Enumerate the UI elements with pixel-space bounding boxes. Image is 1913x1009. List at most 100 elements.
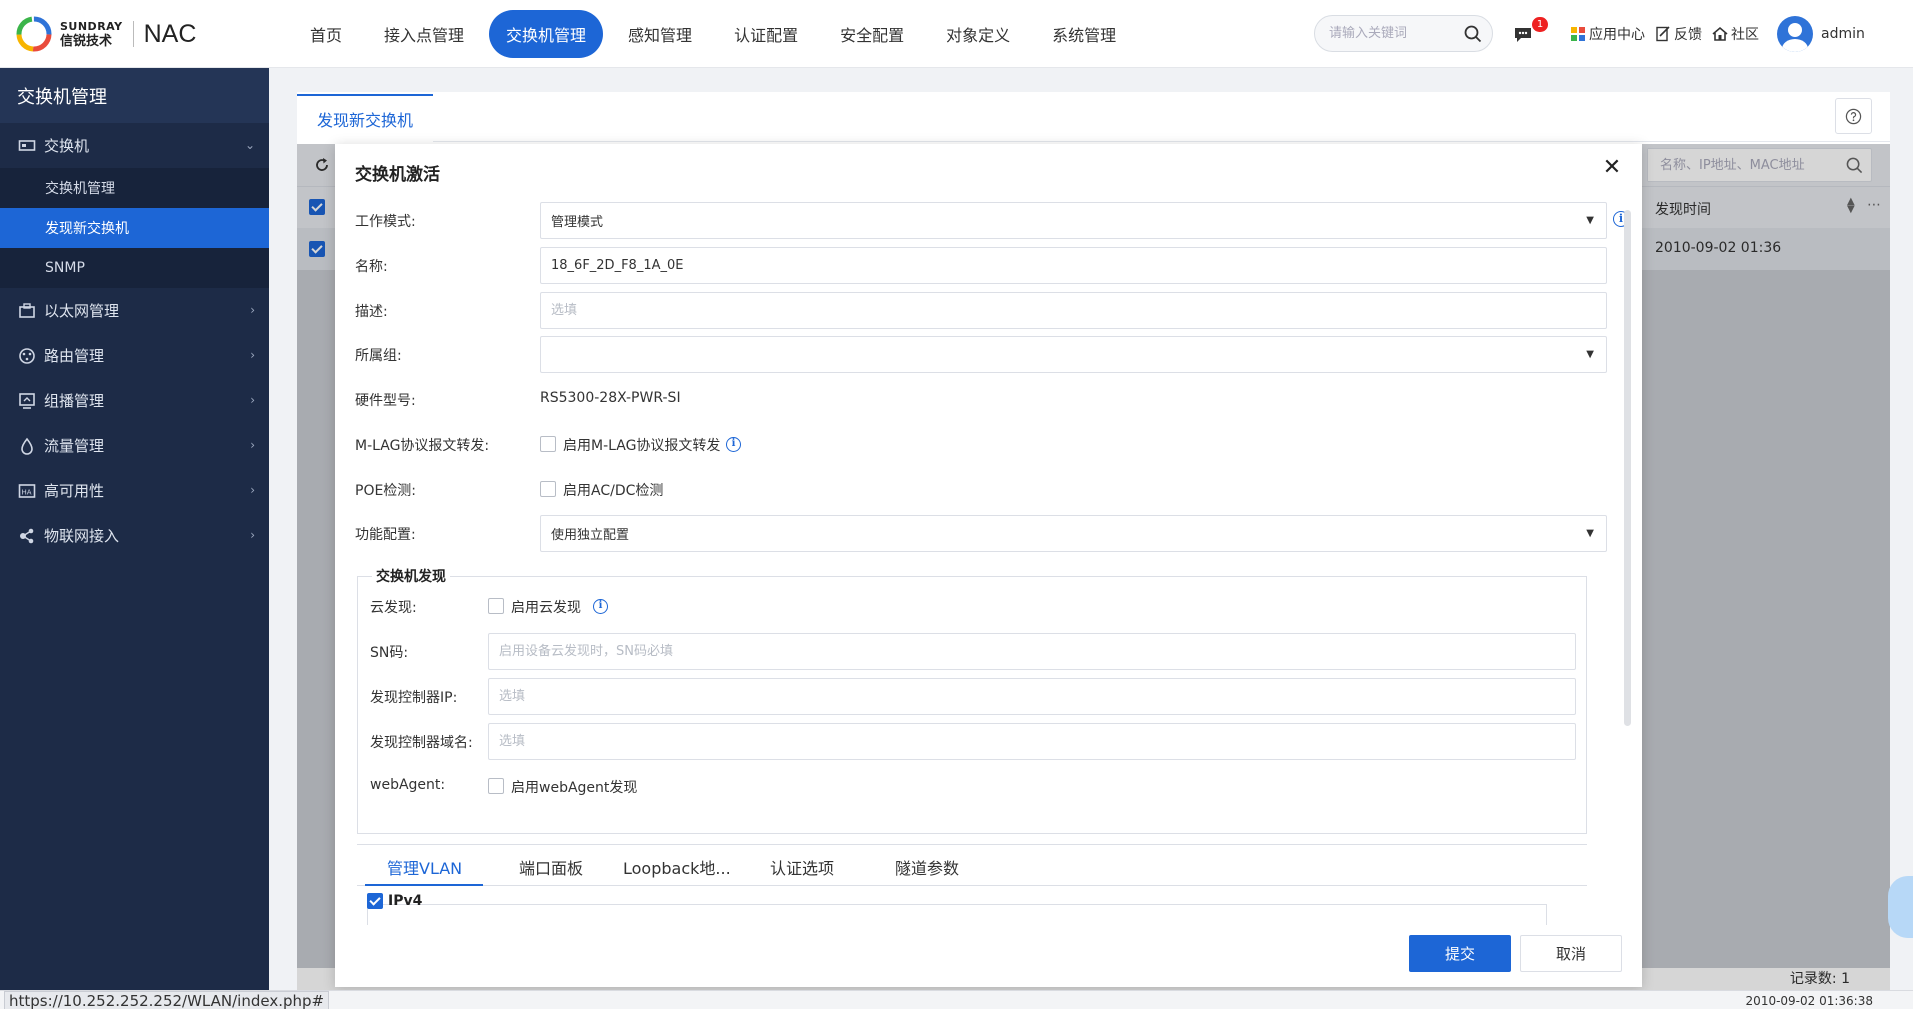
description-field-box — [540, 292, 1607, 329]
app-center-link[interactable]: 应用中心 — [1570, 24, 1645, 44]
nav-security-config[interactable]: 安全配置 — [823, 10, 921, 58]
cloud-discovery-checkbox[interactable] — [488, 598, 504, 614]
sidebar-item-iot-access[interactable]: 物联网接入 › — [0, 513, 269, 558]
tab-bar: 发现新交换机 — [297, 92, 1890, 142]
info-icon[interactable]: i — [593, 599, 608, 614]
work-mode-select[interactable]: 管理模式 ▼ — [540, 202, 1607, 239]
app-center-label: 应用中心 — [1589, 27, 1645, 43]
ipv4-label: IPv4 — [388, 893, 423, 909]
sidebar-item-traffic[interactable]: 流量管理 › — [0, 423, 269, 468]
controller-ip-input[interactable] — [499, 680, 1575, 713]
sn-input[interactable] — [499, 635, 1575, 668]
dialog-scrollbar[interactable] — [1624, 210, 1631, 726]
info-icon[interactable]: i — [726, 437, 741, 452]
nav-system-management[interactable]: 系统管理 — [1035, 10, 1133, 58]
subtab-auth-options[interactable]: 认证选项 — [770, 855, 834, 879]
username[interactable]: admin — [1821, 26, 1865, 42]
header-search-input[interactable] — [1315, 16, 1455, 51]
mlag-checkbox-label[interactable]: 启用M-LAG协议报文转发 — [563, 435, 720, 455]
message-button[interactable]: 1 — [1512, 17, 1548, 45]
ipv4-checkbox[interactable] — [367, 893, 383, 909]
subtab-port-panel[interactable]: 端口面板 — [519, 855, 583, 879]
help-button[interactable] — [1835, 98, 1872, 134]
chatbot-icon[interactable] — [1888, 876, 1913, 938]
config-subtabs: 管理VLAN 端口面板 Loopback地... 认证选项 隧道参数 — [357, 844, 1587, 886]
nav-perception[interactable]: 感知管理 — [611, 10, 709, 58]
caret-down-icon: ▼ — [1586, 349, 1594, 360]
subtab-management-vlan[interactable]: 管理VLAN — [387, 855, 462, 879]
search-icon[interactable] — [1464, 25, 1482, 43]
switch-activation-dialog: 交换机激活 ✕ 工作模式: 管理模式 ▼ i 名称: 描述: 所属 — [335, 144, 1642, 987]
dialog-title: 交换机激活 — [355, 165, 440, 185]
subtab-tunnel-params[interactable]: 隧道参数 — [895, 855, 959, 879]
name-field-box — [540, 247, 1607, 284]
webagent-checkbox-label[interactable]: 启用webAgent发现 — [511, 777, 637, 797]
chevron-right-icon: › — [250, 438, 255, 452]
submit-button[interactable]: 提交 — [1409, 935, 1511, 972]
description-input[interactable] — [551, 294, 1606, 327]
feedback-link[interactable]: 反馈 — [1655, 24, 1702, 44]
user-avatar[interactable] — [1777, 16, 1813, 52]
sidebar-sub-switch-management[interactable]: 交换机管理 — [0, 168, 269, 208]
switch-discovery-section: 交换机发现 云发现: 启用云发现 i SN码: 发现控制器IP: 发现控 — [357, 566, 1587, 834]
ethernet-icon — [18, 302, 36, 320]
group-select[interactable]: ▼ — [540, 336, 1607, 373]
chevron-right-icon: › — [250, 393, 255, 407]
sidebar-sub-discover-switch[interactable]: 发现新交换机 — [0, 208, 269, 248]
mlag-checkbox[interactable] — [540, 436, 556, 452]
nav-switch-management[interactable]: 交换机管理 — [489, 10, 604, 58]
subtab-loopback[interactable]: Loopback地... — [623, 855, 731, 879]
sidebar-item-switch[interactable]: 交换机 ⌄ — [0, 123, 269, 168]
close-icon[interactable]: ✕ — [1600, 156, 1624, 180]
poe-checkbox-label[interactable]: 启用AC/DC检测 — [563, 480, 663, 500]
hardware-value: RS5300-28X-PWR-SI — [540, 390, 681, 406]
description-label: 描述: — [355, 304, 388, 320]
sidebar-item-routing[interactable]: 路由管理 › — [0, 333, 269, 378]
logo-cn-text: 信锐技术 — [60, 33, 113, 49]
ipv4-toggle[interactable]: IPv4 — [367, 893, 422, 909]
switch-icon — [18, 137, 36, 155]
sidebar-item-label: 物联网接入 — [44, 527, 120, 545]
sundray-logo-icon — [16, 16, 52, 52]
sidebar-item-label: 流量管理 — [44, 437, 105, 455]
sidebar-item-ethernet[interactable]: 以太网管理 › — [0, 288, 269, 333]
webagent-label: webAgent: — [370, 777, 446, 793]
dialog-footer: 提交 取消 — [335, 925, 1642, 987]
function-config-select[interactable]: 使用独立配置 ▼ — [540, 515, 1607, 552]
tab-discover-switch[interactable]: 发现新交换机 — [297, 94, 434, 142]
chevron-right-icon: › — [250, 303, 255, 317]
sidebar: 交换机管理 交换机 ⌄ 交换机管理 发现新交换机 SNMP 以太网管理 › 路由… — [0, 68, 269, 1009]
work-mode-row: 工作模式: 管理模式 ▼ i — [355, 202, 1625, 239]
top-header: SUNDRAY 信锐技术 NAC 首页 接入点管理 交换机管理 感知管理 认证配… — [0, 0, 1913, 68]
browser-status-bar: https://10.252.252.252/WLAN/index.php# 2… — [0, 990, 1913, 1009]
nav-auth-config[interactable]: 认证配置 — [717, 10, 815, 58]
feedback-label: 反馈 — [1674, 27, 1702, 43]
sn-row: SN码: — [370, 633, 1576, 670]
controller-domain-field-box — [488, 723, 1576, 760]
nav-access-point[interactable]: 接入点管理 — [367, 10, 481, 58]
traffic-icon — [18, 437, 36, 455]
logo[interactable]: SUNDRAY 信锐技术 NAC — [16, 16, 196, 52]
app-grid-icon — [1571, 27, 1585, 41]
webagent-checkbox[interactable] — [488, 778, 504, 794]
ha-icon: HA — [18, 482, 36, 500]
poe-checkbox[interactable] — [540, 481, 556, 497]
community-link[interactable]: 社区 — [1712, 24, 1759, 44]
sn-field-box — [488, 633, 1576, 670]
controller-domain-input[interactable] — [499, 725, 1575, 758]
cancel-button[interactable]: 取消 — [1520, 935, 1622, 972]
nav-object-definition[interactable]: 对象定义 — [929, 10, 1027, 58]
iot-icon — [18, 527, 36, 545]
sidebar-item-high-availability[interactable]: HA 高可用性 › — [0, 468, 269, 513]
cloud-discovery-checkbox-label[interactable]: 启用云发现 — [511, 597, 581, 617]
chevron-down-icon: ⌄ — [244, 138, 255, 152]
name-input[interactable] — [551, 249, 1606, 282]
help-icon — [1845, 108, 1862, 124]
chevron-right-icon: › — [250, 528, 255, 542]
nav-home[interactable]: 首页 — [293, 10, 359, 58]
sidebar-sub-snmp[interactable]: SNMP — [0, 248, 269, 288]
sidebar-item-multicast[interactable]: 组播管理 › — [0, 378, 269, 423]
caret-down-icon: ▼ — [1586, 528, 1594, 539]
logo-divider — [132, 21, 134, 47]
controller-domain-row: 发现控制器域名: — [370, 723, 1576, 760]
